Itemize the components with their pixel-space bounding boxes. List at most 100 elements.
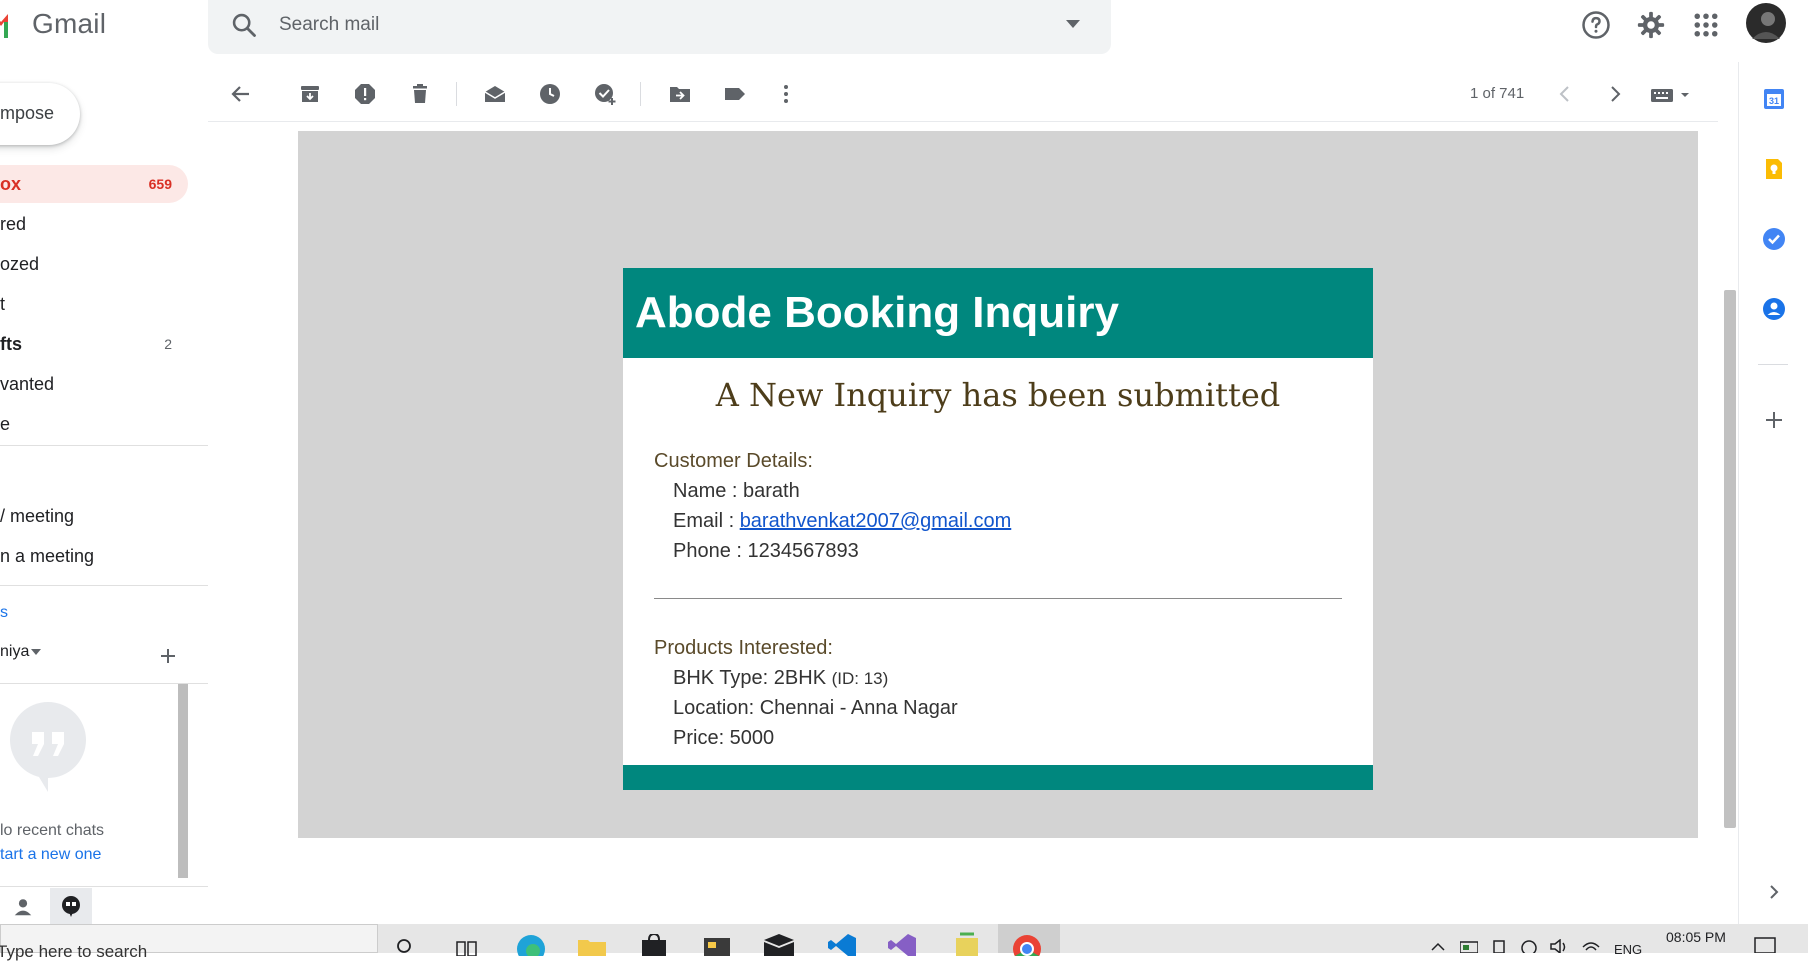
sidebar-item-label: t <box>0 294 6 314</box>
email-footer-banner <box>623 765 1373 790</box>
new-meeting-link[interactable]: / meeting <box>0 497 188 535</box>
search-icon[interactable] <box>230 11 258 39</box>
spam-icon[interactable] <box>353 82 377 106</box>
customer-name: Name : barath <box>673 480 800 502</box>
sidebar-item-unwanted[interactable]: vanted <box>0 365 188 403</box>
delete-icon[interactable] <box>408 82 432 106</box>
email-header-banner: Abode Booking Inquiry <box>623 268 1373 358</box>
label-icon[interactable] <box>723 82 747 106</box>
tray-app-icon[interactable] <box>1460 940 1478 953</box>
gear-icon[interactable] <box>1636 10 1666 40</box>
sidebar-item-label: e <box>0 414 11 434</box>
compose-button[interactable]: mpose <box>0 83 80 145</box>
no-recent-chats: lo recent chats <box>0 822 105 839</box>
tray-chevron-icon[interactable] <box>1430 941 1446 951</box>
divider <box>0 683 208 684</box>
svg-text:31: 31 <box>1769 96 1779 106</box>
chat-quote-icon <box>10 702 86 792</box>
join-meeting-link[interactable]: n a meeting <box>0 537 188 575</box>
toolbar-separator <box>640 82 641 106</box>
sidebar-item-count: 659 <box>148 176 172 192</box>
main-scrollbar[interactable] <box>1724 290 1736 828</box>
search-bar[interactable]: Search mail <box>208 0 1111 54</box>
add-task-icon[interactable] <box>593 82 617 106</box>
app-icon[interactable] <box>952 932 982 956</box>
battery-icon[interactable] <box>1492 940 1506 953</box>
keep-icon[interactable] <box>1762 157 1786 181</box>
taskbar-search-box[interactable]: Type here to search <box>0 924 378 961</box>
rail-divider <box>1738 62 1739 924</box>
divider <box>0 886 208 887</box>
rail-separator <box>1758 364 1788 365</box>
hangouts-icon[interactable] <box>59 894 83 918</box>
next-icon[interactable] <box>1603 82 1627 106</box>
mark-unread-icon[interactable] <box>483 82 507 106</box>
cortana-search-icon[interactable] <box>396 938 414 956</box>
bhk-type: BHK Type: 2BHK <box>673 667 832 689</box>
sidebar-item-starred[interactable]: red <box>0 205 188 243</box>
wifi-icon[interactable] <box>1582 939 1600 953</box>
back-icon[interactable] <box>229 82 253 106</box>
app-icon[interactable] <box>704 936 730 956</box>
search-input[interactable]: Search mail <box>279 14 379 36</box>
email-header-title: Abode Booking Inquiry <box>635 288 1119 337</box>
sidebar-item-count: 2 <box>164 336 172 352</box>
sidebar-item-snoozed[interactable]: ozed <box>0 245 188 283</box>
chat-scrollbar[interactable] <box>178 684 188 878</box>
new-meeting-label: / meeting <box>0 506 75 526</box>
add-icon[interactable] <box>1762 408 1786 432</box>
expand-icon[interactable] <box>1762 880 1786 904</box>
section-divider <box>654 598 1342 599</box>
email-subtitle: A New Inquiry has been submitted <box>715 376 1281 414</box>
task-view-icon[interactable] <box>456 938 478 956</box>
move-to-icon[interactable] <box>668 82 692 106</box>
start-new-chat-link[interactable]: tart a new one <box>0 846 101 864</box>
customer-phone: Phone : 1234567893 <box>673 540 859 562</box>
app-name[interactable]: Gmail <box>32 8 106 40</box>
archive-icon[interactable] <box>298 82 322 106</box>
person-icon[interactable] <box>12 896 34 918</box>
gmail-logo-icon[interactable] <box>0 10 8 40</box>
toolbar-separator <box>456 82 457 106</box>
sidebar-item-label: ox <box>0 174 22 194</box>
customer-email-link[interactable]: barathvenkat2007@gmail.com <box>740 510 1012 532</box>
customer-email-row: Email : barathvenkat2007@gmail.com <box>673 510 1011 533</box>
sidebar-item-label: vanted <box>0 374 55 394</box>
snooze-icon[interactable] <box>538 82 562 106</box>
top-bar: Gmail Search mail <box>0 0 1808 62</box>
bhk-id: (ID: 13) <box>831 669 889 688</box>
clock-time[interactable]: 08:05 PM <box>1666 929 1726 945</box>
contacts-icon[interactable] <box>1762 297 1786 321</box>
chevron-down-icon[interactable] <box>1066 19 1080 29</box>
toolbar-divider <box>208 121 1718 122</box>
sidebar-item-more[interactable]: e <box>0 405 188 443</box>
divider <box>0 585 208 586</box>
sidebar-item-inbox[interactable]: ox 659 <box>0 165 188 203</box>
pagination-count: 1 of 741 <box>1470 85 1525 102</box>
hangouts-section-label: s <box>0 604 8 621</box>
prev-icon[interactable] <box>1553 82 1577 106</box>
customer-email-label: Email : <box>673 510 740 532</box>
apps-grid-icon[interactable] <box>1691 10 1721 40</box>
network-icon[interactable] <box>1520 939 1538 953</box>
more-vert-icon[interactable] <box>774 82 798 106</box>
add-icon[interactable] <box>158 646 178 666</box>
volume-icon[interactable] <box>1550 939 1568 953</box>
sidebar-item-sent[interactable]: t <box>0 285 188 323</box>
caret-down-icon[interactable] <box>31 649 41 655</box>
divider <box>0 445 208 446</box>
sidebar-item-label: ozed <box>0 254 40 274</box>
calendar-icon[interactable]: 31 <box>1762 87 1786 111</box>
avatar[interactable] <box>1746 3 1786 43</box>
sidebar-item-drafts[interactable]: fts 2 <box>0 325 188 363</box>
language-indicator[interactable]: ENG <box>1614 942 1642 957</box>
windows-taskbar: Type here to search ENG 08:05 PM <box>0 924 1808 961</box>
help-icon[interactable] <box>1581 10 1611 40</box>
file-explorer-icon[interactable] <box>578 936 606 956</box>
keyboard-icon[interactable] <box>1651 86 1693 104</box>
hangouts-user[interactable]: niya <box>0 643 29 661</box>
sidebar-item-label: red <box>0 214 27 234</box>
notification-icon[interactable] <box>1754 937 1776 953</box>
tasks-icon[interactable] <box>1762 227 1786 251</box>
email-card: Abode Booking Inquiry A New Inquiry has … <box>623 268 1373 790</box>
